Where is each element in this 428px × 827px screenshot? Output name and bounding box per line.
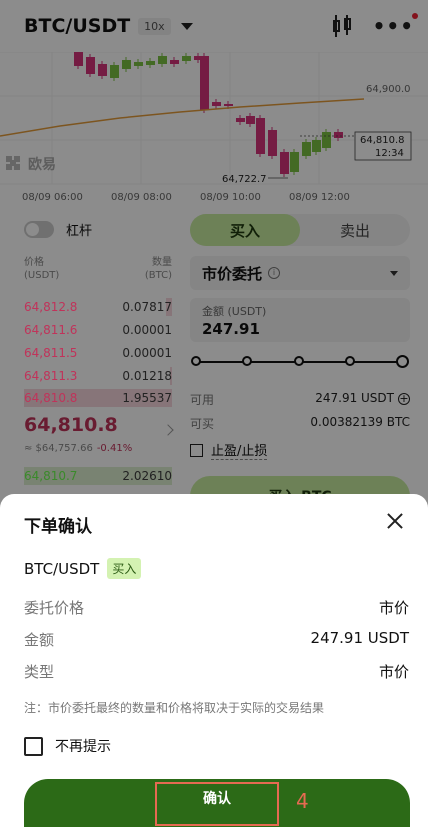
row-label: 委托价格: [24, 599, 85, 617]
ask-qty: 0.00001: [122, 346, 172, 360]
row-value: 市价: [378, 663, 409, 681]
ask-qty: 1.95537: [122, 391, 172, 405]
no-remind-checkbox-box[interactable]: [24, 736, 43, 756]
close-icon[interactable]: [386, 512, 404, 530]
ask-qty: 0.00001: [122, 323, 172, 337]
ask-price: 64,811.5: [24, 346, 78, 360]
no-remind-label: 不再提示: [55, 739, 111, 755]
annotation-step-number: 4: [296, 789, 309, 813]
no-remind-checkbox[interactable]: 不再提示: [24, 736, 111, 756]
ask-price: 64,811.3: [24, 369, 78, 383]
confirm-row-type: 类型 市价: [24, 661, 409, 682]
annotation-highlight-box: [155, 782, 279, 826]
order-confirm-sheet: 下单确认 BTC/USDT 买入 委托价格 市价 金额 247.91 USDT …: [0, 494, 428, 827]
side-badge: 买入: [107, 558, 142, 579]
ask-qty: 0.01218: [122, 369, 172, 383]
bid-price: 64,810.7: [24, 469, 78, 483]
confirm-row-amount: 金额 247.91 USDT: [24, 629, 409, 650]
row-label: 类型: [24, 663, 55, 681]
ask-qty: 0.07817: [122, 300, 172, 314]
confirm-note: 注：市价委托最终的数量和价格将取决于实际的交易结果: [24, 701, 325, 715]
row-value: 市价: [378, 599, 409, 617]
confirm-pair: BTC/USDT: [24, 559, 100, 578]
sheet-title: 下单确认: [24, 517, 92, 537]
ask-price: 64,812.8: [24, 300, 78, 314]
confirm-row-price: 委托价格 市价: [24, 597, 409, 618]
confirm-pair-row: BTC/USDT 买入: [24, 558, 142, 579]
row-label: 金额: [24, 631, 55, 649]
ask-price: 64,811.6: [24, 323, 78, 337]
row-value: 247.91 USDT: [310, 629, 409, 647]
ask-price: 64,810.8: [24, 391, 78, 405]
bid-qty: 2.02610: [122, 469, 172, 483]
